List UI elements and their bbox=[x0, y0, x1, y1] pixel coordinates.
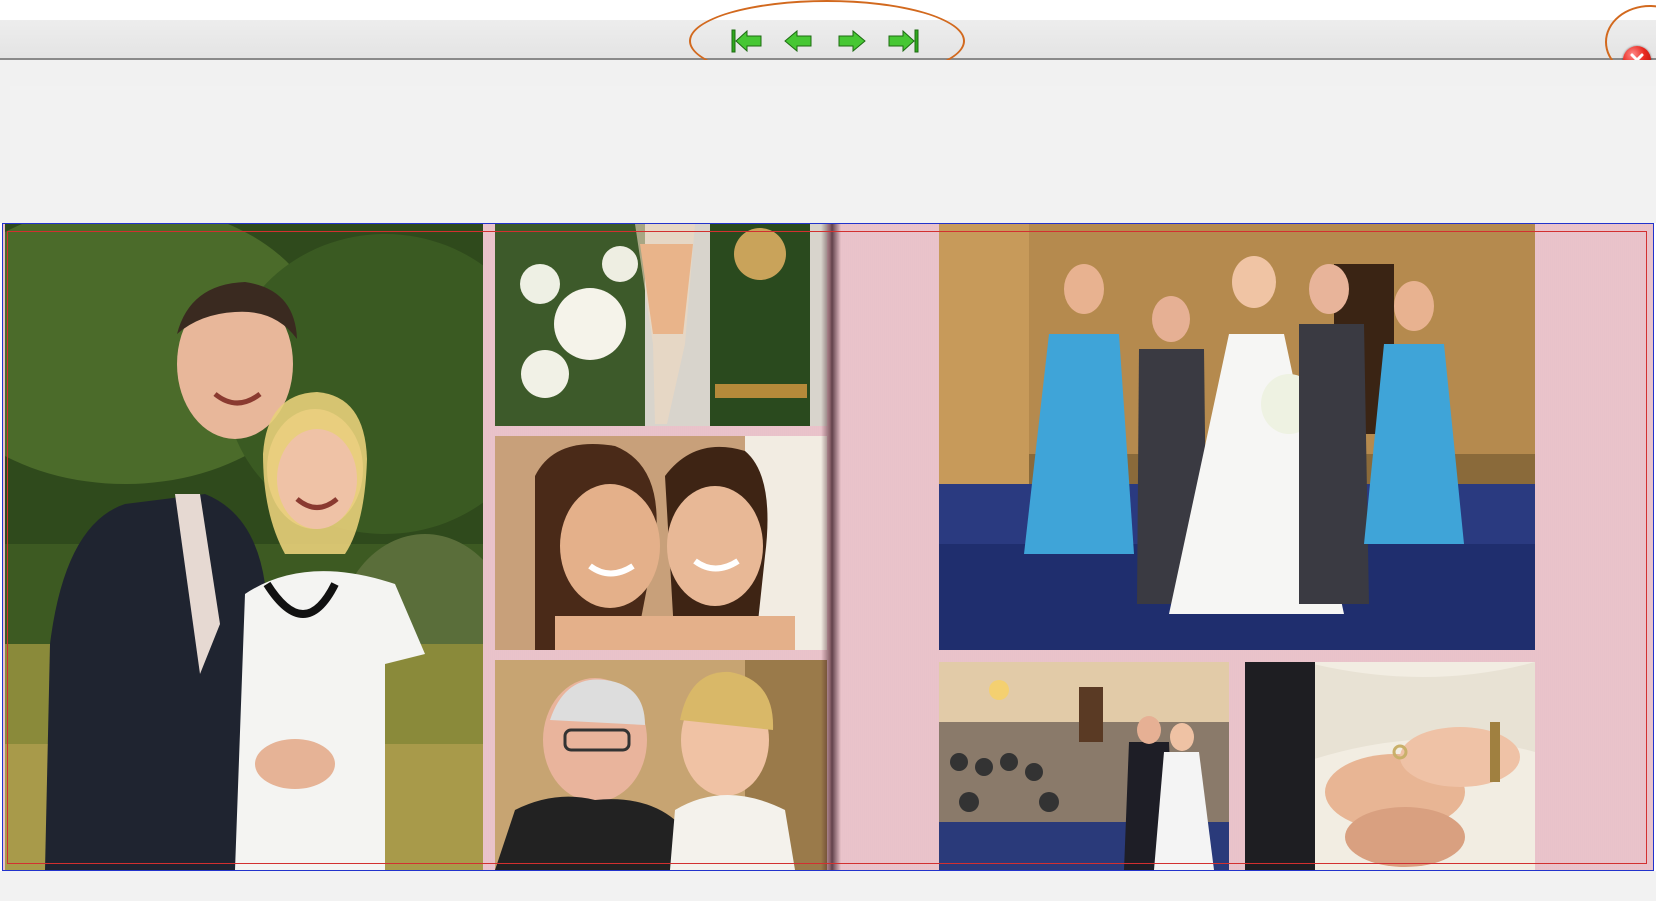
last-page-icon bbox=[888, 29, 919, 53]
album-viewer bbox=[0, 0, 1656, 901]
last-page-button[interactable] bbox=[886, 27, 920, 55]
arrow-right-icon bbox=[838, 29, 866, 53]
first-page-icon bbox=[731, 29, 762, 53]
couple-portrait-photo[interactable] bbox=[5, 224, 483, 870]
page-navigation-group bbox=[730, 27, 920, 55]
ring-exchange-photo[interactable] bbox=[1245, 662, 1535, 870]
first-page-button[interactable] bbox=[730, 27, 764, 55]
wedding-party-group-photo[interactable] bbox=[939, 224, 1535, 650]
album-spread bbox=[2, 223, 1654, 871]
father-and-bride-photo[interactable] bbox=[495, 660, 827, 870]
next-page-button[interactable] bbox=[834, 27, 868, 55]
navigation-toolbar bbox=[0, 20, 1656, 74]
previous-page-button[interactable] bbox=[782, 27, 816, 55]
flowers-champagne-photo[interactable] bbox=[495, 224, 827, 426]
bridesmaids-closeup-photo[interactable] bbox=[495, 436, 827, 650]
page-gutter bbox=[821, 224, 841, 870]
header-panel bbox=[10, 86, 1656, 222]
arrow-left-icon bbox=[784, 29, 812, 53]
ceremony-room-photo[interactable] bbox=[939, 662, 1229, 870]
footer-area bbox=[0, 871, 1656, 901]
